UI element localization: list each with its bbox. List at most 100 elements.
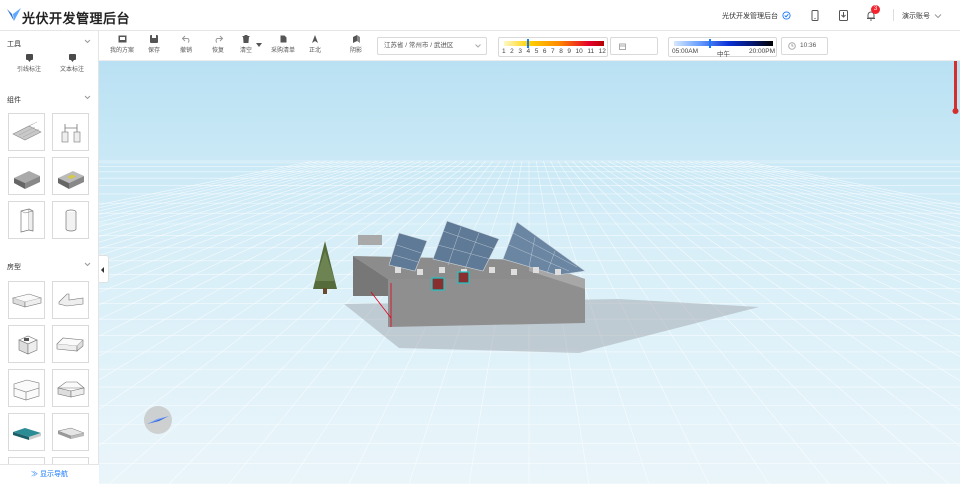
redo-icon [215,35,223,43]
month-tick-label: 7 [551,48,555,55]
time-picker[interactable]: 10:36 [781,37,828,55]
user-menu[interactable]: 演示账号 [902,11,930,21]
month-gradient-track [504,41,604,46]
time-slider-handle[interactable] [709,39,711,48]
selected-marker[interactable] [457,271,470,284]
caret-down-icon[interactable] [256,43,262,47]
chevron-down-icon [84,262,91,267]
chevron-down-icon [934,13,942,18]
component-cuboid[interactable] [8,201,45,239]
component-cylinder[interactable] [52,201,89,239]
toolbar-label: 撤销 [179,48,192,54]
true-north-button[interactable]: 正北 [302,35,328,54]
roof-panel-building-icon [58,171,84,189]
chevron-down-icon [475,44,481,48]
roof-type-teal-slab[interactable] [8,413,45,451]
month-tick-label: 5 [534,48,539,55]
toolbar: 我的方案 保存 撤销 恢复 清空 采购清单 正北 阴影 江苏省 / 常州市 / … [99,31,960,61]
collapse-sidebar-handle[interactable] [99,255,109,283]
components-section-header[interactable]: 组件 [7,95,91,105]
document-icon [280,35,286,43]
chevron-left-icon [101,267,104,273]
roof-type-hip[interactable] [52,369,89,407]
calendar-icon [619,43,626,50]
gable-roof-icon [56,337,84,352]
roof-type-gable[interactable] [52,325,89,363]
component-solar-panel[interactable] [8,113,45,151]
month-slider[interactable]: 1 2 3 4 5 6 7 8 9 10 11 12 [498,37,608,57]
month-tick-label: 6 [542,48,547,55]
notification-badge: 3 [871,5,880,14]
toolbar-label: 保存 [147,48,160,54]
location-value: 江苏省 / 常州市 / 武进区 [384,42,454,49]
location-select[interactable]: 江苏省 / 常州市 / 武进区 [377,37,487,55]
roof-type-flat[interactable] [8,281,45,319]
hip-roof-icon [57,381,85,398]
date-picker[interactable] [610,37,658,55]
toolbar-label: 我的方案 [109,48,134,54]
tool-text-label[interactable]: 文本标注 [56,54,88,73]
month-tick-label: 9 [567,48,571,55]
my-plans-button[interactable]: 我的方案 [109,35,135,54]
l-shape-roof-icon [13,379,40,401]
roof-type-partial[interactable] [52,457,89,464]
time-tick-row: 05:00AM 中午 20:00PM [672,48,775,58]
teal-slab-roof-icon [13,428,41,440]
verified-icon [782,11,791,20]
mobile-icon[interactable] [811,10,819,21]
toolbar-label: 采购清单 [270,48,295,54]
header-divider [893,9,894,21]
chevron-down-icon [84,39,91,44]
roof-types-section-header[interactable]: 房型 [7,262,91,272]
month-tick-row: 1 2 3 4 5 6 7 8 9 10 11 12 [502,48,606,55]
time-slider[interactable]: 05:00AM 中午 20:00PM [668,37,777,58]
sidebar: 工具 引线标注 文本标注 组件 房型 [0,31,99,484]
pv-building-model[interactable] [344,220,759,353]
tools-section-header[interactable]: 工具 [7,39,91,49]
bracket-icon [61,124,81,143]
time-tick-label: 20:00PM [748,48,775,55]
tool-leader-label[interactable]: 引线标注 [13,54,45,73]
roof-type-l-shape[interactable] [8,369,45,407]
solar-panel-icon [12,121,42,141]
month-tick-label: 12 [598,48,606,55]
plan-icon [118,35,126,43]
month-tick-label: 10 [575,48,583,55]
tree-model[interactable] [313,241,337,294]
platform-link[interactable]: 光伏开发管理后台 [722,11,778,21]
top-bar: 光伏开发管理后台 光伏开发管理后台 3 演示账号 [0,0,960,31]
roof-type-slab[interactable] [52,413,89,451]
3d-viewport[interactable] [99,61,960,484]
text-label-icon [68,54,76,62]
redo-button[interactable]: 恢复 [205,35,231,54]
scene-canvas[interactable] [99,61,960,484]
month-slider-handle[interactable] [527,39,529,48]
building-front-wall [388,279,585,327]
shadow-button[interactable]: 阴影 [343,35,369,54]
roof-type-box-notch[interactable] [8,325,45,363]
show-navigation-button[interactable]: ≫ 显示导航 [0,464,99,484]
roof-type-partial[interactable] [8,457,45,464]
leader-label-icon [25,54,33,62]
component-bracket[interactable] [52,113,89,151]
trash-icon [242,35,250,43]
component-roof-panel-building[interactable] [52,157,89,195]
purchase-list-button[interactable]: 采购清单 [270,35,296,54]
component-box-building[interactable] [8,157,45,195]
roof-type-stepped[interactable] [52,281,89,319]
download-icon[interactable] [839,10,848,21]
flat-roof-icon [11,293,43,308]
cylinder-icon [65,209,77,232]
time-value: 10:36 [800,42,817,49]
toolbar-label: 阴影 [349,48,362,54]
save-button[interactable]: 保存 [141,35,167,54]
compass-widget[interactable] [144,406,172,434]
north-icon [312,35,318,43]
undo-button[interactable]: 撤销 [173,35,199,54]
time-tick-label: 05:00AM [672,48,699,55]
undo-icon [181,35,189,43]
tool-label: 文本标注 [59,67,84,73]
selected-marker[interactable] [431,277,445,291]
components-section-title: 组件 [7,97,21,104]
slab-roof-icon [57,427,85,439]
